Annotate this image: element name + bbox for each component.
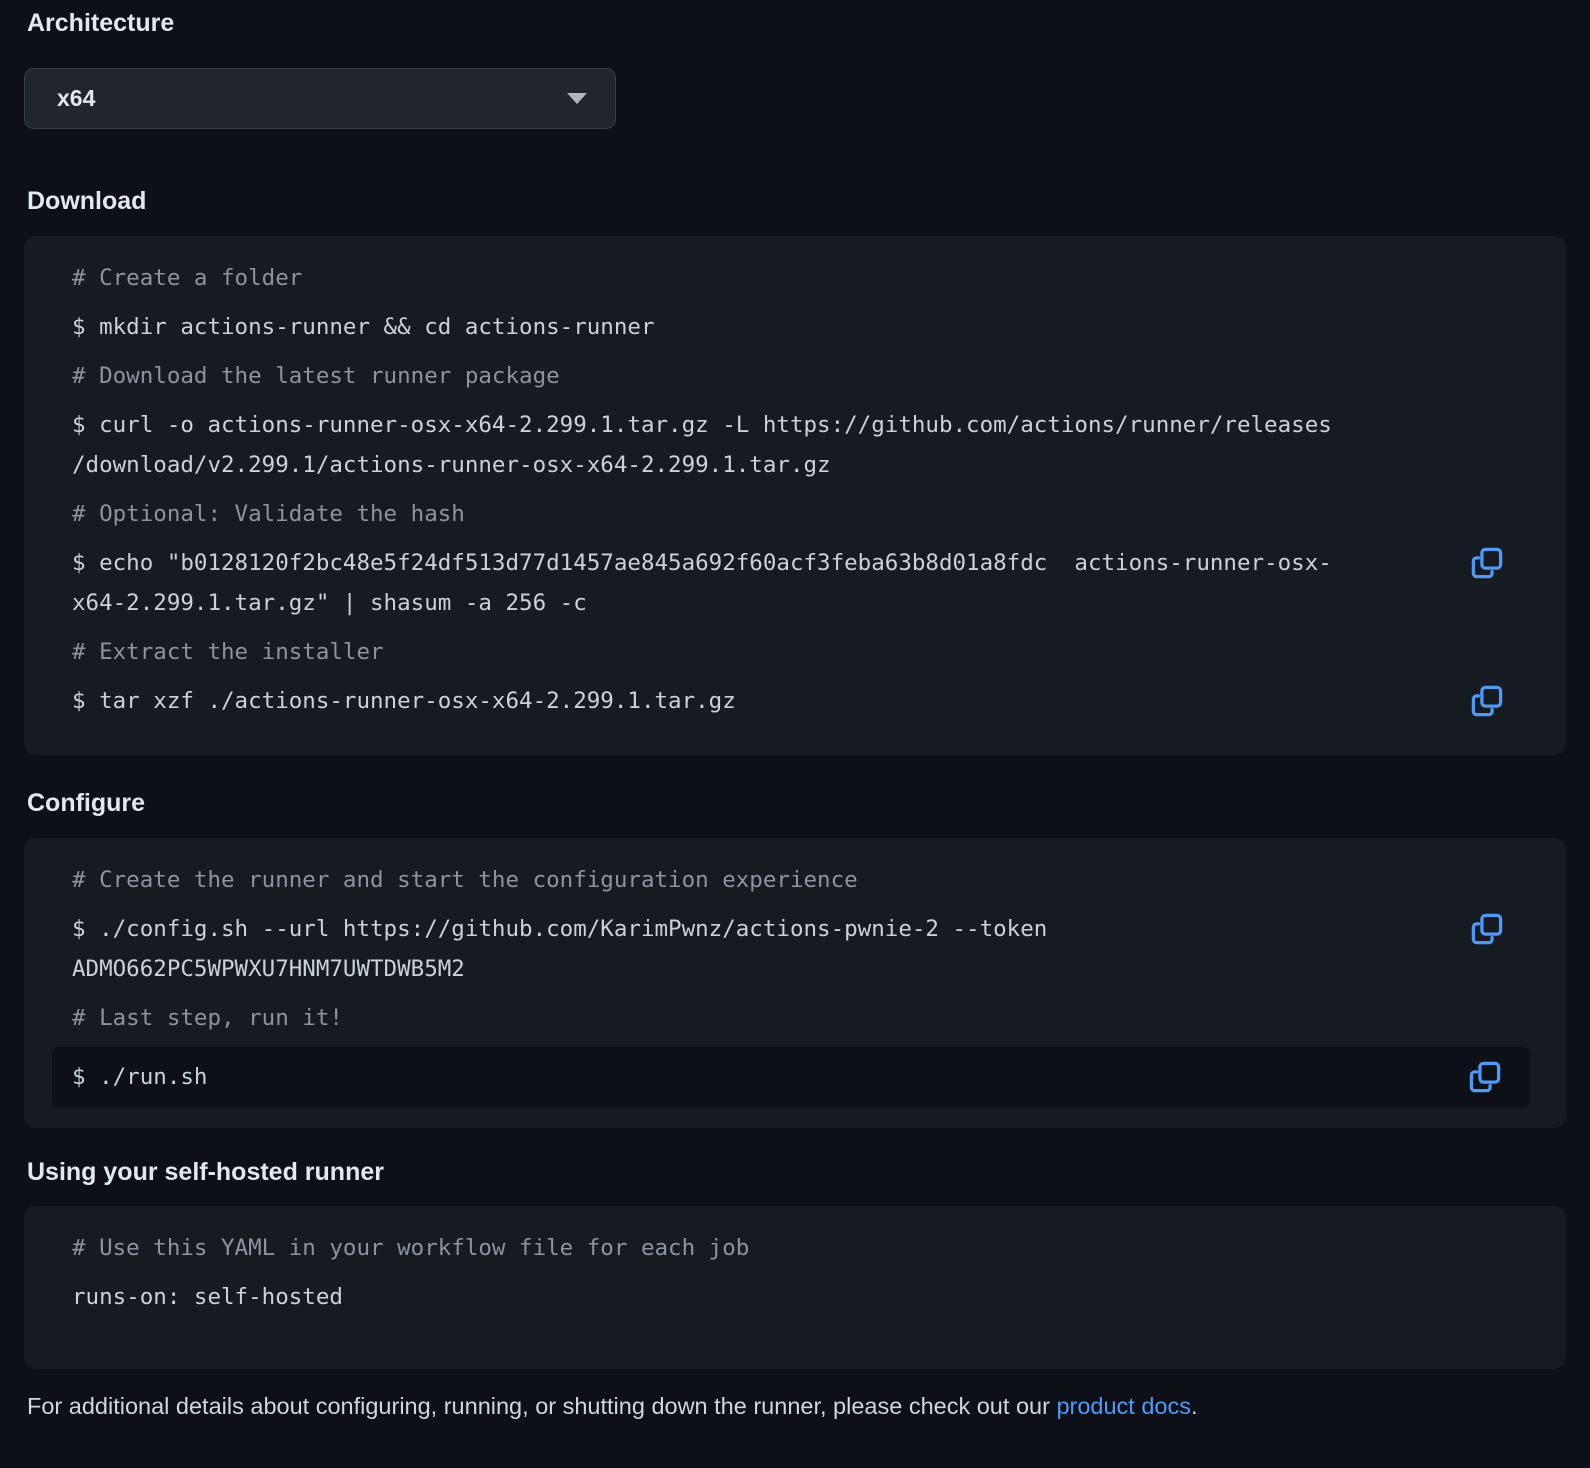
code-comment-line: # Last step, run it! bbox=[24, 998, 1566, 1038]
run-command-highlight-row: $ ./run.sh bbox=[52, 1047, 1530, 1107]
copy-icon bbox=[1471, 547, 1503, 579]
architecture-selected-value: x64 bbox=[57, 85, 96, 111]
usage-code-block: # Use this YAML in your workflow file fo… bbox=[24, 1206, 1566, 1369]
code-comment-line: # Use this YAML in your workflow file fo… bbox=[24, 1228, 1566, 1268]
configure-heading: Configure bbox=[27, 789, 146, 817]
footer-note: For additional details about configuring… bbox=[24, 1391, 1566, 1421]
code-continuation-line: /download/v2.299.1/actions-runner-osx-x6… bbox=[24, 445, 1566, 485]
code-comment-line: # Create a folder bbox=[24, 258, 1566, 298]
code-comment-line: # Create the runner and start the config… bbox=[24, 860, 1566, 900]
code-text: # Use this YAML in your workflow file fo… bbox=[72, 1235, 750, 1261]
code-text: # Optional: Validate the hash bbox=[72, 501, 465, 527]
copy-button[interactable] bbox=[1468, 1060, 1502, 1094]
code-text: $ mkdir actions-runner && cd actions-run… bbox=[72, 314, 655, 340]
code-command-line: $ ./config.sh --url https://github.com/K… bbox=[24, 909, 1566, 949]
code-text: /download/v2.299.1/actions-runner-osx-x6… bbox=[72, 452, 831, 478]
code-text: # Extract the installer bbox=[72, 639, 384, 665]
code-text: # Create the runner and start the config… bbox=[72, 867, 858, 893]
architecture-select[interactable]: x64 bbox=[24, 68, 616, 129]
code-text: $ curl -o actions-runner-osx-x64-2.299.1… bbox=[72, 412, 1332, 438]
architecture-heading: Architecture bbox=[27, 9, 175, 37]
usage-heading: Using your self-hosted runner bbox=[27, 1158, 384, 1186]
configure-code-block: # Create the runner and start the config… bbox=[24, 838, 1566, 1128]
download-heading: Download bbox=[27, 187, 147, 215]
footer-text-before: For additional details about configuring… bbox=[27, 1393, 1057, 1419]
code-command-line: $ mkdir actions-runner && cd actions-run… bbox=[24, 307, 1566, 347]
copy-button[interactable] bbox=[1470, 546, 1504, 580]
copy-button[interactable] bbox=[1470, 912, 1504, 946]
code-continuation-line: ADMO662PC5WPWXU7HNM7UWTDWB5M2 bbox=[24, 949, 1566, 989]
code-text: $ tar xzf ./actions-runner-osx-x64-2.299… bbox=[72, 688, 736, 714]
copy-icon bbox=[1471, 913, 1503, 945]
code-command-line: $ curl -o actions-runner-osx-x64-2.299.1… bbox=[24, 405, 1566, 445]
code-command-line: $ tar xzf ./actions-runner-osx-x64-2.299… bbox=[24, 681, 1566, 721]
code-text: $ ./config.sh --url https://github.com/K… bbox=[72, 916, 1048, 942]
product-docs-link[interactable]: product docs bbox=[1056, 1393, 1191, 1419]
code-text: # Create a folder bbox=[72, 265, 303, 291]
code-text: # Last step, run it! bbox=[72, 1005, 343, 1031]
download-code-block: # Create a folder $ mkdir actions-runner … bbox=[24, 236, 1566, 755]
copy-icon bbox=[1469, 1061, 1501, 1093]
code-text: $ ./run.sh bbox=[72, 1064, 208, 1090]
code-continuation-line: x64-2.299.1.tar.gz" | shasum -a 256 -c bbox=[24, 583, 1566, 623]
footer-text-after: . bbox=[1191, 1393, 1198, 1419]
code-text: ADMO662PC5WPWXU7HNM7UWTDWB5M2 bbox=[72, 956, 465, 982]
copy-button[interactable] bbox=[1470, 684, 1504, 718]
code-command-line: runs-on: self-hosted bbox=[24, 1277, 1566, 1317]
code-command-line: $ echo "b0128120f2bc48e5f24df513d77d1457… bbox=[24, 543, 1566, 583]
code-text: # Download the latest runner package bbox=[72, 363, 560, 389]
chevron-down-icon bbox=[567, 93, 587, 104]
code-comment-line: # Optional: Validate the hash bbox=[24, 494, 1566, 534]
runner-setup-page: Architecture x64 Download # Create a fol… bbox=[0, 0, 1590, 1421]
copy-icon bbox=[1471, 685, 1503, 717]
code-comment-line: # Extract the installer bbox=[24, 632, 1566, 672]
code-text: runs-on: self-hosted bbox=[72, 1284, 343, 1310]
code-text: x64-2.299.1.tar.gz" | shasum -a 256 -c bbox=[72, 590, 587, 616]
code-text: $ echo "b0128120f2bc48e5f24df513d77d1457… bbox=[72, 550, 1332, 576]
code-comment-line: # Download the latest runner package bbox=[24, 356, 1566, 396]
